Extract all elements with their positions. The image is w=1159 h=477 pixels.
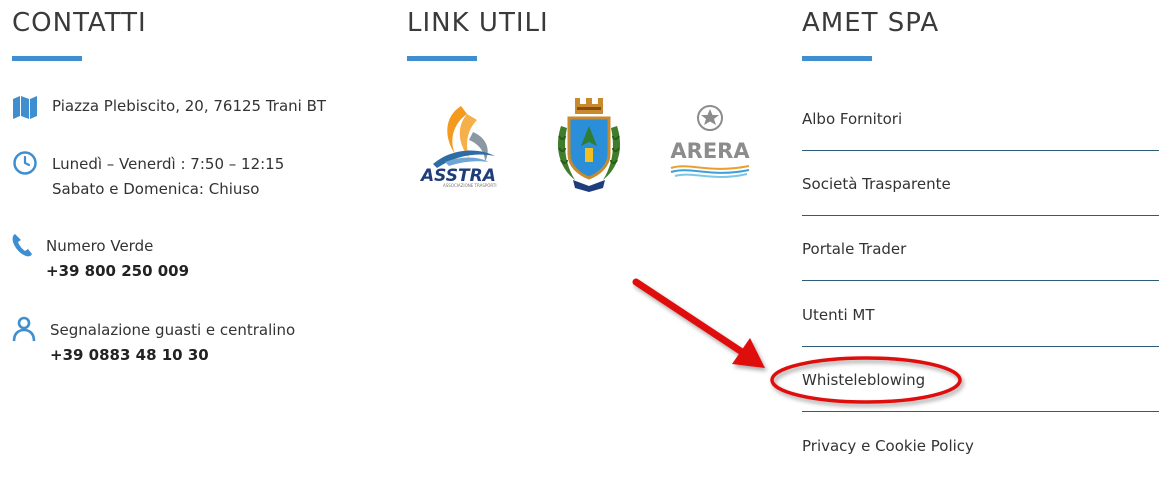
link-label: Società Trasparente xyxy=(802,175,951,193)
annotation-arrow xyxy=(632,278,765,368)
link-label: Albo Fornitori xyxy=(802,110,903,128)
link-utili-title-underline xyxy=(407,56,477,61)
address-text: Piazza Plebiscito, 20, 76125 Trani BT xyxy=(52,97,327,115)
contatti-title: CONTATTI xyxy=(12,8,147,38)
link-label: Privacy e Cookie Policy xyxy=(802,437,974,455)
link-societa-trasparente[interactable]: Società Trasparente xyxy=(802,151,1159,216)
trani-coat-of-arms-icon xyxy=(557,98,621,192)
link-label: Whisteleblowing xyxy=(802,371,926,389)
link-label: Utenti MT xyxy=(802,306,875,324)
trani-coat-of-arms-link[interactable] xyxy=(551,96,627,192)
link-label: Portale Trader xyxy=(802,240,907,258)
phone-icon xyxy=(12,232,34,263)
user-icon xyxy=(12,316,36,347)
phone-number: +39 800 250 009 xyxy=(46,262,190,280)
link-portale-trader[interactable]: Portale Trader xyxy=(802,216,1159,281)
asstra-logo-link[interactable]: ASSTRA ASSOCIAZIONE TRASPORTI xyxy=(415,102,519,188)
report-label: Segnalazione guasti e centralino xyxy=(50,321,296,339)
hours-line1: Lunedì – Venerdì : 7:50 – 12:15 xyxy=(52,155,285,173)
asstra-logo: ASSTRA ASSOCIAZIONE TRASPORTI xyxy=(419,106,497,188)
report-number: +39 0883 48 10 30 xyxy=(50,346,209,364)
clock-icon xyxy=(12,150,38,181)
map-icon xyxy=(12,94,38,125)
asstra-logo-subtitle: ASSOCIAZIONE TRASPORTI xyxy=(443,183,497,188)
link-albo-fornitori[interactable]: Albo Fornitori xyxy=(802,86,1159,151)
report-number-link[interactable]: +39 0883 48 10 30 xyxy=(50,343,209,368)
amet-title-underline xyxy=(802,56,872,61)
phone-number-link[interactable]: +39 800 250 009 xyxy=(46,259,189,284)
contatti-title-underline xyxy=(12,56,82,61)
link-utenti-mt[interactable]: Utenti MT xyxy=(802,282,1159,347)
arera-logo: ARERA xyxy=(670,105,750,178)
arera-logo-link[interactable]: ARERA xyxy=(669,104,751,182)
link-privacy-cookie-policy[interactable]: Privacy e Cookie Policy xyxy=(802,412,1159,477)
arera-logo-text: ARERA xyxy=(670,139,750,163)
phone-label: Numero Verde xyxy=(46,237,154,255)
link-utili-title: LINK UTILI xyxy=(407,8,549,38)
hours-line2: Sabato e Domenica: Chiuso xyxy=(52,180,260,198)
link-whisteleblowing[interactable]: Whisteleblowing xyxy=(802,347,1159,412)
amet-title: AMET SPA xyxy=(802,8,940,38)
